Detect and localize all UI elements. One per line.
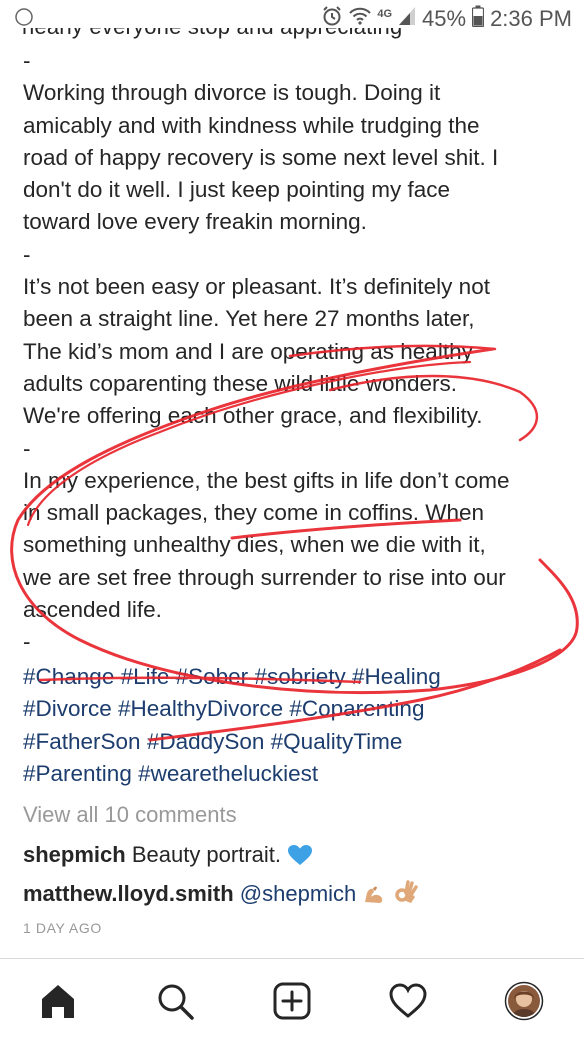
cut-off-caption-line: nearly everyone stop and appreciating (22, 28, 482, 42)
caption-line: In my experience, the best gifts in life… (23, 467, 510, 493)
profile-avatar[interactable] (502, 979, 546, 1023)
caption-line: we are set free through surrender to ris… (23, 564, 506, 590)
comment-username[interactable]: shepmich (23, 842, 126, 867)
caption-line: - (23, 435, 31, 461)
comment-mention[interactable]: @shepmich (240, 881, 357, 906)
caption-line: ascended life. (23, 597, 162, 623)
view-all-comments-link[interactable]: View all 10 comments (23, 802, 237, 828)
post-caption: - Working through divorce is tough. Doin… (23, 45, 568, 659)
caption-line: been a straight line. Yet here 27 months… (23, 306, 475, 332)
comment-username[interactable]: matthew.lloyd.smith (23, 881, 234, 906)
comment: shepmich Beauty portrait. (23, 842, 313, 868)
caption-line: It’s not been easy or pleasant. It’s def… (23, 274, 490, 300)
caption-line: Working through divorce is tough. Doing … (23, 80, 441, 106)
caption-line: - (23, 241, 31, 267)
hashtag-line[interactable]: #Parenting #wearetheluckiest (23, 758, 568, 790)
caption-line: - (23, 629, 31, 655)
network-type: 4G (377, 8, 393, 20)
home-icon[interactable] (36, 979, 80, 1023)
caption-line: don't do it well. I just keep pointing m… (23, 177, 451, 203)
bottom-navigation-bar (0, 958, 584, 1039)
caption-line: We're offering each other grace, and fle… (23, 403, 483, 429)
caption-line: toward love every freakin morning. (23, 209, 367, 235)
hashtag-line[interactable]: #FatherSon #DaddySon #QualityTime (23, 726, 568, 758)
blue-heart-emoji-icon (287, 842, 313, 867)
caption-line: - (23, 48, 31, 73)
activity-heart-icon[interactable] (386, 979, 430, 1023)
caption-line: in small packages, they come in coffins.… (23, 500, 485, 526)
caption-line: road of happy recovery is some next leve… (23, 144, 499, 170)
new-post-icon[interactable] (270, 979, 314, 1023)
clock-time: 2:36 PM (490, 6, 572, 31)
caption-line: something unhealthy dies, when we die wi… (23, 532, 486, 558)
flexed-biceps-emoji-icon (362, 881, 392, 906)
caption-line: The kid’s mom and I are operating as hea… (23, 338, 473, 364)
caption-line: amicably and with kindness while trudgin… (23, 112, 480, 138)
comment: matthew.lloyd.smith @shepmich (23, 879, 419, 907)
comment-text: Beauty portrait. (131, 842, 282, 867)
hashtag-line[interactable]: #Change #Life #Sober #sobriety #Healing (23, 661, 568, 693)
hashtags[interactable]: #Change #Life #Sober #sobriety #Healing … (23, 661, 568, 791)
hashtag-line[interactable]: #Divorce #HealthyDivorce #Coparenting (23, 693, 568, 725)
caption-line: adults coparenting these wild little won… (23, 370, 457, 396)
post-time-ago: 1 DAY AGO (23, 920, 102, 936)
ok-hand-emoji-icon (393, 880, 419, 906)
search-icon[interactable] (153, 979, 197, 1023)
